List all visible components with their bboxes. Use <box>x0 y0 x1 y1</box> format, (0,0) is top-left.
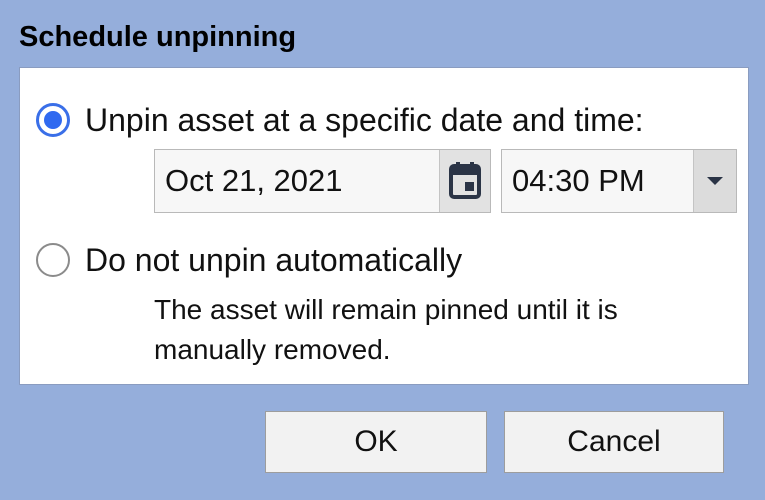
time-picker[interactable]: 04:30 PM <box>501 149 737 213</box>
cancel-button[interactable]: Cancel <box>504 411 724 473</box>
no-unpin-description: The asset will remain pinned until it is… <box>154 294 618 365</box>
date-picker[interactable]: Oct 21, 2021 <box>154 149 491 213</box>
date-input[interactable]: Oct 21, 2021 <box>155 150 439 212</box>
schedule-unpinning-dialog: Schedule unpinning Unpin asset at a spec… <box>0 0 765 500</box>
time-input[interactable]: 04:30 PM <box>502 150 693 212</box>
specific-date-radio[interactable] <box>36 103 70 137</box>
specific-date-option[interactable]: Unpin asset at a specific date and time: <box>36 100 644 140</box>
dialog-title: Schedule unpinning <box>19 21 297 53</box>
chevron-down-icon <box>707 177 723 185</box>
options-panel: Unpin asset at a specific date and time:… <box>19 67 749 385</box>
calendar-icon <box>449 162 481 199</box>
time-dropdown-button[interactable] <box>693 150 736 212</box>
no-unpin-radio[interactable] <box>36 243 70 277</box>
calendar-button[interactable] <box>439 150 490 212</box>
specific-date-label: Unpin asset at a specific date and time: <box>85 102 644 138</box>
no-unpin-option[interactable]: Do not unpin automatically <box>36 240 462 280</box>
no-unpin-label: Do not unpin automatically <box>85 242 463 278</box>
ok-button[interactable]: OK <box>265 411 487 473</box>
